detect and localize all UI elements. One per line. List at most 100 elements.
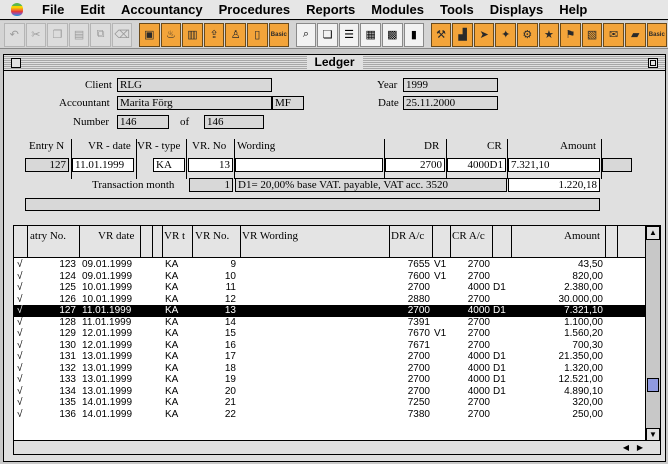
zoom-box-icon[interactable] bbox=[648, 58, 658, 68]
mail-icon[interactable]: ✉ bbox=[603, 22, 624, 47]
cell-t: KA bbox=[165, 339, 179, 351]
new-entry-icon[interactable]: ▣ bbox=[139, 22, 160, 47]
copy-icon[interactable]: ❐ bbox=[47, 22, 68, 47]
grid-icon[interactable]: ▩ bbox=[381, 22, 403, 47]
cut-icon[interactable]: ✂ bbox=[25, 22, 47, 47]
run2-icon[interactable]: ✦ bbox=[495, 22, 517, 47]
book-icon[interactable]: ▮ bbox=[403, 22, 425, 47]
scroll-right-icon[interactable]: ▶ bbox=[634, 442, 646, 453]
apple-menu-icon[interactable] bbox=[0, 0, 34, 20]
table-row[interactable]: √ 130 12.01.1999 KA 16 7671 2700 700,30 bbox=[14, 340, 646, 352]
window-titlebar[interactable]: Ledger bbox=[4, 55, 665, 71]
clear-icon[interactable]: ⌫ bbox=[111, 22, 133, 47]
cell-crf: D1 bbox=[493, 385, 506, 397]
menu-tools[interactable]: Tools bbox=[432, 0, 482, 20]
menu-procedures[interactable]: Procedures bbox=[211, 0, 299, 20]
ledger-icon[interactable]: ▥ bbox=[182, 22, 203, 47]
paste-icon[interactable]: ▤ bbox=[68, 22, 90, 47]
scroll-left-icon[interactable]: ◀ bbox=[620, 442, 632, 453]
table-row[interactable]: √ 135 14.01.1999 KA 21 7250 2700 320,00 bbox=[14, 397, 646, 409]
tools-icon[interactable]: ⚙ bbox=[517, 22, 538, 47]
table-row[interactable]: √ 133 13.01.1999 KA 19 2700 4000 D1 12.521,00 bbox=[14, 374, 646, 386]
progress-bar bbox=[25, 198, 600, 211]
scroll-up-icon[interactable]: ▲ bbox=[646, 226, 660, 240]
chart-icon[interactable]: ▟ bbox=[452, 22, 473, 47]
number-field[interactable]: 146 bbox=[117, 115, 169, 129]
table-row[interactable]: √ 128 11.01.1999 KA 14 7391 2700 1.100,00 bbox=[14, 317, 646, 329]
table-row[interactable]: √ 123 09.01.1999 KA 9 7655 V1 2700 43,50 bbox=[14, 259, 646, 271]
fire-icon[interactable]: ♨ bbox=[160, 22, 182, 47]
windows-icon[interactable]: ❏ bbox=[317, 22, 338, 47]
table-row[interactable]: √ 129 12.01.1999 KA 15 7670 V1 2700 1.560,20 bbox=[14, 328, 646, 340]
menu-accountancy[interactable]: Accountancy bbox=[113, 0, 211, 20]
table-row[interactable]: √ 132 13.01.1999 KA 18 2700 4000 D1 1.320,00 bbox=[14, 363, 646, 375]
menu-file[interactable]: File bbox=[34, 0, 72, 20]
table-row[interactable]: √ 126 10.01.1999 KA 12 2880 2700 30.000,00 bbox=[14, 294, 646, 306]
menu-displays[interactable]: Displays bbox=[482, 0, 551, 20]
col-entry-no[interactable]: atry No. bbox=[30, 230, 66, 242]
col-amount[interactable]: Amount bbox=[564, 230, 600, 242]
cr-field[interactable]: 4000D1 bbox=[447, 158, 506, 172]
cell-date: 14.01.1999 bbox=[82, 397, 133, 408]
list-icon[interactable]: ☰ bbox=[338, 22, 360, 47]
vr-date-field[interactable]: 11.01.1999 bbox=[72, 158, 134, 172]
cell-check: √ bbox=[17, 293, 23, 305]
scroll-thumb[interactable] bbox=[647, 378, 659, 392]
col-vr-wording[interactable]: VR Wording bbox=[242, 230, 298, 242]
vertical-scrollbar[interactable]: ▲ ▼ bbox=[645, 226, 660, 442]
table-row[interactable]: √ 127 11.01.1999 KA 13 2700 4000 D1 7.321,10 bbox=[14, 305, 646, 317]
col-separator bbox=[492, 226, 493, 258]
menu-modules[interactable]: Modules bbox=[363, 0, 432, 20]
table-row[interactable]: √ 134 13.01.1999 KA 20 2700 4000 D1 4.890,10 bbox=[14, 386, 646, 398]
close-box-icon[interactable] bbox=[11, 58, 21, 68]
dr-header: DR bbox=[424, 140, 440, 152]
client-field[interactable]: RLG bbox=[117, 78, 272, 92]
amount-field[interactable]: 7.321,10 bbox=[508, 158, 600, 172]
basic-tools-icon[interactable]: ⚒ bbox=[430, 22, 452, 47]
calculator-icon[interactable]: ▦ bbox=[360, 22, 381, 47]
clipboard-icon[interactable]: ▧ bbox=[581, 22, 603, 47]
transaction-month-field[interactable]: 1 bbox=[189, 178, 233, 192]
menu-edit[interactable]: Edit bbox=[72, 0, 113, 20]
basic-icon-2[interactable]: Basic bbox=[646, 22, 668, 47]
accountant-code-field[interactable]: MF bbox=[272, 96, 304, 110]
table-row[interactable]: √ 136 14.01.1999 KA 22 7380 2700 250,00 bbox=[14, 409, 646, 421]
menu-reports[interactable]: Reports bbox=[298, 0, 363, 20]
date-field[interactable]: 25.11.2000 bbox=[403, 96, 498, 110]
cell-cr: 2700 bbox=[467, 259, 490, 270]
cell-dr: 7600 bbox=[407, 270, 430, 282]
folder-icon[interactable]: ▰ bbox=[624, 22, 646, 47]
col-vr-no[interactable]: VR No. bbox=[195, 230, 229, 242]
col-vr-date[interactable]: VR date bbox=[98, 230, 134, 242]
person-icon[interactable]: ♙ bbox=[225, 22, 246, 47]
year-field[interactable]: 1999 bbox=[403, 78, 498, 92]
vr-no-field[interactable]: 13 bbox=[188, 158, 233, 172]
document-icon[interactable]: ▯ bbox=[246, 22, 268, 47]
table-row[interactable]: √ 131 13.01.1999 KA 17 2700 4000 D1 21.350,00 bbox=[14, 351, 646, 363]
export-icon[interactable]: ⇪ bbox=[203, 22, 225, 47]
undo-icon[interactable]: ↶ bbox=[4, 22, 25, 47]
run-icon[interactable]: ➤ bbox=[473, 22, 495, 47]
vr-type-field[interactable]: KA bbox=[153, 158, 185, 172]
cell-date: 11.01.1999 bbox=[82, 305, 132, 316]
flag-icon[interactable]: ⚑ bbox=[560, 22, 581, 47]
accountant-field[interactable]: Marita Förg bbox=[117, 96, 272, 110]
search-icon[interactable]: ⌕ bbox=[295, 22, 317, 47]
col-dr[interactable]: DR A/c bbox=[391, 230, 424, 242]
cell-amount: 21.350,00 bbox=[558, 351, 604, 362]
cell-check: √ bbox=[17, 305, 23, 316]
cell-check: √ bbox=[17, 328, 23, 339]
duplicate-icon[interactable]: ⧉ bbox=[90, 22, 111, 47]
menu-help[interactable]: Help bbox=[551, 0, 595, 20]
dr-field[interactable]: 2700 bbox=[385, 158, 445, 172]
cell-drf: V1 bbox=[434, 259, 447, 270]
col-cr[interactable]: CR A/c bbox=[452, 230, 485, 242]
cell-crf: D1 bbox=[493, 305, 506, 316]
col-vr-t[interactable]: VR t bbox=[164, 230, 185, 242]
table-row[interactable]: √ 125 10.01.1999 KA 11 2700 4000 D1 2.380,00 bbox=[14, 282, 646, 294]
star-icon[interactable]: ★ bbox=[538, 22, 560, 47]
basic-icon[interactable]: Basic bbox=[268, 22, 290, 47]
table-row[interactable]: √ 124 09.01.1999 KA 10 7600 V1 2700 820,00 bbox=[14, 271, 646, 283]
horizontal-scrollbar[interactable]: ◀ ▶ bbox=[14, 440, 660, 454]
wording-field[interactable] bbox=[235, 158, 383, 172]
